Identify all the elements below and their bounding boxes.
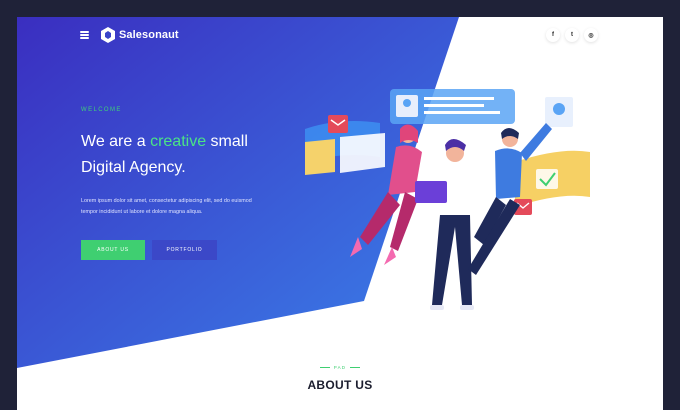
hero-description: Lorem ipsum dolor sit amet, consectetur … (81, 196, 311, 218)
hamburger-icon[interactable] (80, 31, 89, 39)
brand-name: Salesonaut (119, 29, 179, 41)
headline-text-end: small (206, 133, 248, 150)
about-us-button[interactable]: ABOUT US (81, 240, 145, 260)
headline-text: We are a (81, 133, 151, 150)
section-tag-text: PAD (333, 365, 347, 370)
team-illustration (305, 89, 590, 310)
hexagon-logo-icon (101, 27, 115, 43)
brand-logo[interactable]: Salesonaut (101, 27, 179, 43)
landing-page: Salesonaut f t ◎ WELCOME We are a creati… (17, 17, 663, 410)
hero-eyebrow: WELCOME (81, 107, 122, 113)
divider-right (350, 367, 361, 369)
divider-left (319, 367, 330, 369)
portfolio-button[interactable]: PORTFOLIO (152, 240, 217, 260)
facebook-icon[interactable]: f (546, 28, 560, 42)
instagram-icon[interactable]: ◎ (584, 28, 598, 42)
about-section-title: ABOUT US (307, 378, 373, 392)
description-line-1: Lorem ipsum dolor sit amet, consectetur … (81, 198, 252, 204)
top-navigation: Salesonaut f t ◎ (17, 17, 663, 57)
section-tag: PAD (17, 365, 663, 370)
twitter-icon[interactable]: t (565, 28, 579, 42)
headline-accent: creative (150, 133, 207, 150)
headline-line-2: Digital Agency. (81, 159, 186, 176)
description-line-2: tempor incididunt ut labore et dolore ma… (81, 209, 203, 215)
